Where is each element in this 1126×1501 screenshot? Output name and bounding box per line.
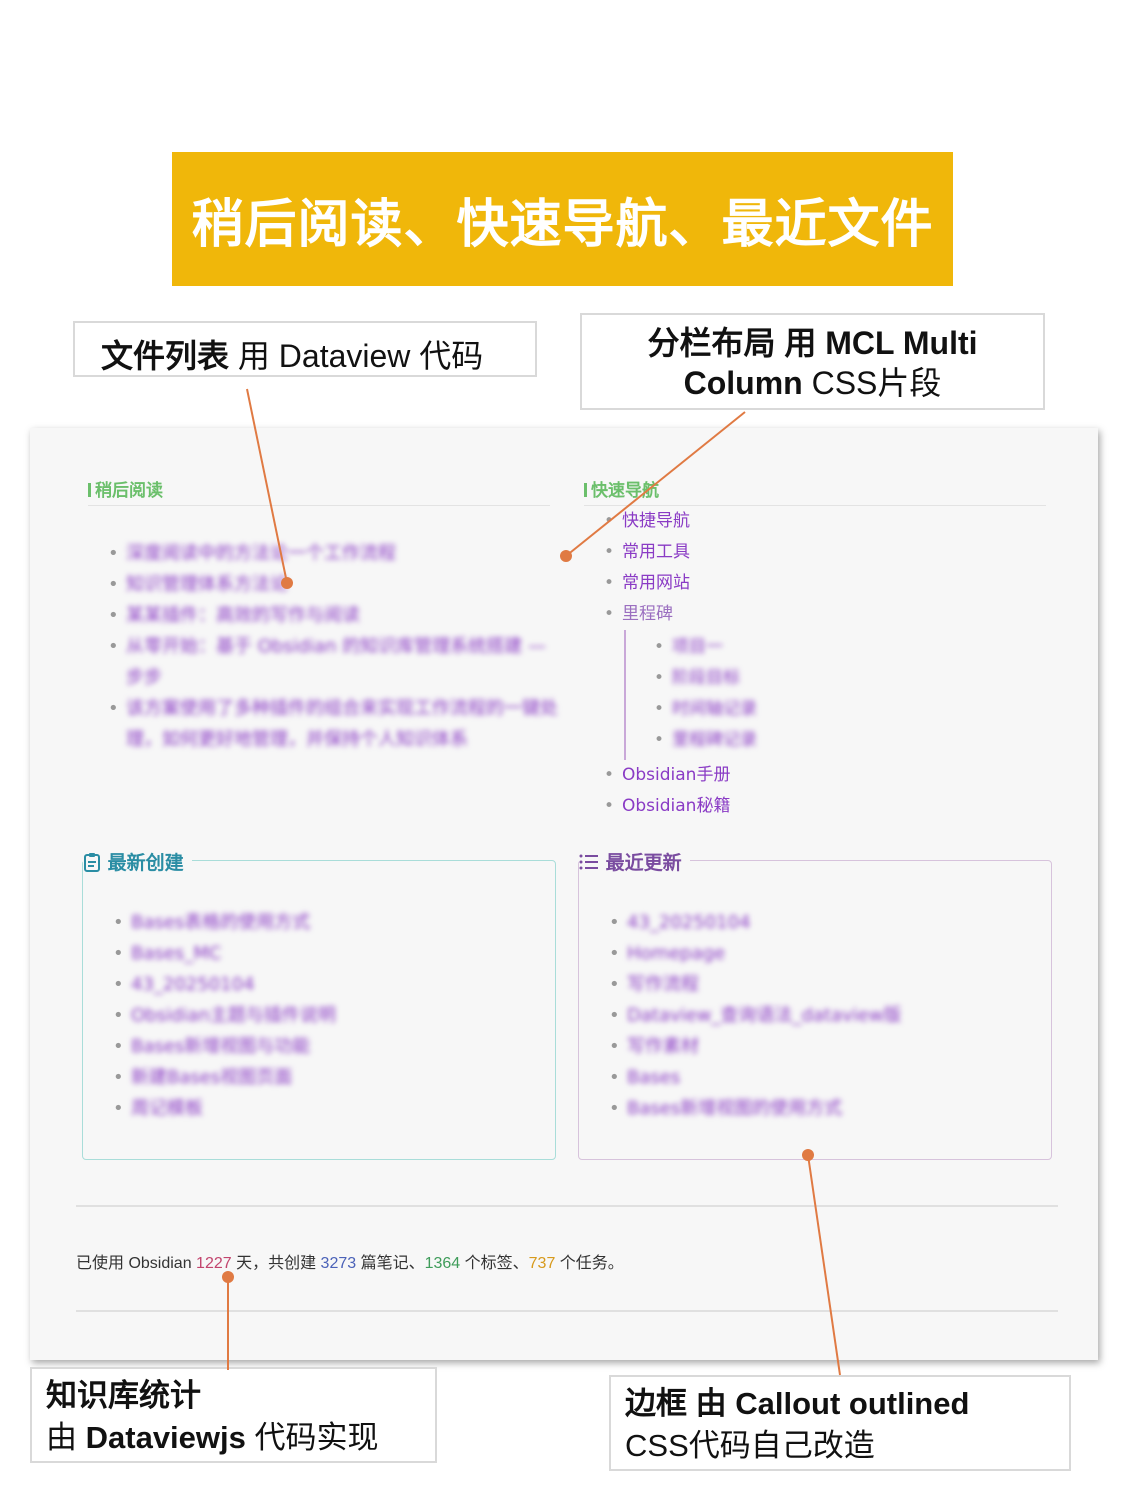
- recent-created-callout: 最新创建 Bases表格的使用方式 Bases_MC 43_20250104 O…: [82, 848, 556, 1160]
- annotation-border: 边框 由 Callout outlined CSS代码自己改造: [609, 1375, 1071, 1471]
- list-item[interactable]: 写作素材: [601, 1031, 901, 1062]
- recent-updated-list: 43_20250104 Homepage 写作流程 Dataview_查询语法_…: [601, 907, 901, 1124]
- list-item[interactable]: 43_20250104: [601, 907, 901, 938]
- list-item[interactable]: Bases新增视图与功能: [105, 1031, 336, 1062]
- nav-item[interactable]: 常用工具: [596, 537, 1056, 568]
- recent-updated-callout: 最近更新 43_20250104 Homepage 写作流程 Dataview_…: [578, 848, 1052, 1160]
- list-item[interactable]: Obsidian主题与插件说明: [105, 1000, 336, 1031]
- heading-bar: [88, 483, 91, 497]
- list-item[interactable]: Bases: [601, 1062, 901, 1093]
- annotation-column-line2-rest: CSS片段: [802, 365, 942, 401]
- milestone-sublist: 项目一 阶段目标 时间轴记录 里程碑记录: [624, 630, 1056, 760]
- recent-created-list: Bases表格的使用方式 Bases_MC 43_20250104 Obsidi…: [105, 907, 336, 1124]
- list-item[interactable]: 写作流程: [601, 969, 901, 1000]
- read-later-heading-text: 稍后阅读: [95, 481, 163, 501]
- annotation-stats-bold: Dataviewjs: [85, 1420, 246, 1455]
- stat-days: 1227: [196, 1255, 232, 1272]
- annotation-column-line1-rest: 用 MCL Multi: [775, 325, 978, 361]
- list-icon: [579, 854, 598, 870]
- read-later-list: 深度阅读中的方法论一个工作流程 知识管理体系方法论 某某插件：高效的写作与阅读 …: [100, 538, 560, 755]
- vault-stats: 已使用 Obsidian 1227 天，共创建 3273 篇笔记、1364 个标…: [76, 1255, 624, 1272]
- list-item[interactable]: Bases_MC: [105, 938, 336, 969]
- annotation-file-list-bold: 文件列表: [101, 338, 230, 374]
- stat-tags: 1364: [424, 1255, 461, 1272]
- stat-tasks: 737: [528, 1255, 556, 1272]
- nav-subitem[interactable]: 项目一: [646, 632, 1056, 663]
- quick-nav-heading-text: 快速导航: [591, 481, 659, 501]
- annotation-file-list: 文件列表 用 Dataview 代码: [73, 321, 537, 377]
- annotation-column-line1-bold: 分栏布局: [647, 325, 776, 361]
- list-item[interactable]: 该方案使用了多种插件的组合来实现工作流程的一键处理，如何更好地管理，并保持个人知…: [100, 693, 560, 755]
- nav-item[interactable]: Obsidian手册: [596, 760, 1056, 791]
- banner-title: 稍后阅读、快速导航、最近文件: [191, 194, 934, 255]
- annotation-border-rest: 由 Callout outlined: [687, 1386, 970, 1421]
- list-item[interactable]: 43_20250104: [105, 969, 336, 1000]
- annotation-stats-line1: 知识库统计: [46, 1378, 201, 1413]
- list-item[interactable]: 周记模板: [105, 1093, 336, 1124]
- list-item[interactable]: 知识管理体系方法论: [100, 569, 560, 600]
- annotation-file-list-rest: 用 Dataview 代码: [229, 338, 484, 374]
- list-item[interactable]: 深度阅读中的方法论一个工作流程: [100, 538, 560, 569]
- nav-subitem[interactable]: 里程碑记录: [646, 725, 1056, 756]
- list-item[interactable]: Bases新增视图的使用方式: [601, 1093, 901, 1124]
- nav-item[interactable]: 快捷导航: [596, 506, 1056, 537]
- quick-nav-heading: 快速导航: [584, 476, 1046, 506]
- read-later-heading: 稍后阅读: [88, 476, 550, 506]
- nav-item-milestone[interactable]: 里程碑 项目一 阶段目标 时间轴记录 里程碑记录: [596, 599, 1056, 760]
- stat-notes: 3273: [320, 1255, 357, 1272]
- recent-updated-title: 最近更新: [579, 848, 690, 875]
- list-item[interactable]: 新建Bases视图页面: [105, 1062, 336, 1093]
- recent-created-title-text: 最新创建: [107, 852, 184, 874]
- quick-nav-list: 快捷导航 常用工具 常用网站 里程碑 项目一 阶段目标 时间轴记录 里程碑记录 …: [596, 506, 1056, 822]
- nav-subitem[interactable]: 阶段目标: [646, 663, 1056, 694]
- recent-created-title: 最新创建: [83, 848, 192, 875]
- divider-top: [76, 1205, 1058, 1207]
- list-item[interactable]: Bases表格的使用方式: [105, 907, 336, 938]
- list-item[interactable]: Homepage: [601, 938, 901, 969]
- annotation-column-line2-bold: Column: [683, 365, 803, 401]
- recent-updated-title-text: 最近更新: [605, 852, 682, 874]
- annotation-column-layout: 分栏布局 用 MCL Multi Column CSS片段: [580, 313, 1045, 410]
- title-banner: 稍后阅读、快速导航、最近文件: [172, 152, 953, 286]
- nav-item[interactable]: 常用网站: [596, 568, 1056, 599]
- divider-bottom: [76, 1310, 1058, 1312]
- obsidian-homepage-panel: 稍后阅读 深度阅读中的方法论一个工作流程 知识管理体系方法论 某某插件：高效的写…: [30, 428, 1098, 1360]
- heading-bar: [584, 483, 587, 497]
- annotation-stats: 知识库统计 由 Dataviewjs 代码实现: [30, 1367, 437, 1463]
- nav-subitem[interactable]: 时间轴记录: [646, 694, 1056, 725]
- list-item[interactable]: 从零开始：基于 Obsidian 的知识库管理系统搭建 —步步: [100, 631, 560, 693]
- clipboard-icon: [84, 853, 100, 872]
- list-item[interactable]: 某某插件：高效的写作与阅读: [100, 600, 560, 631]
- annotation-border-bold: 边框: [625, 1386, 687, 1421]
- annotation-border-line2: CSS代码自己改造: [625, 1428, 875, 1463]
- nav-item[interactable]: Obsidian秘籍: [596, 791, 1056, 822]
- list-item[interactable]: Dataview_查询语法_dataview版: [601, 1000, 901, 1031]
